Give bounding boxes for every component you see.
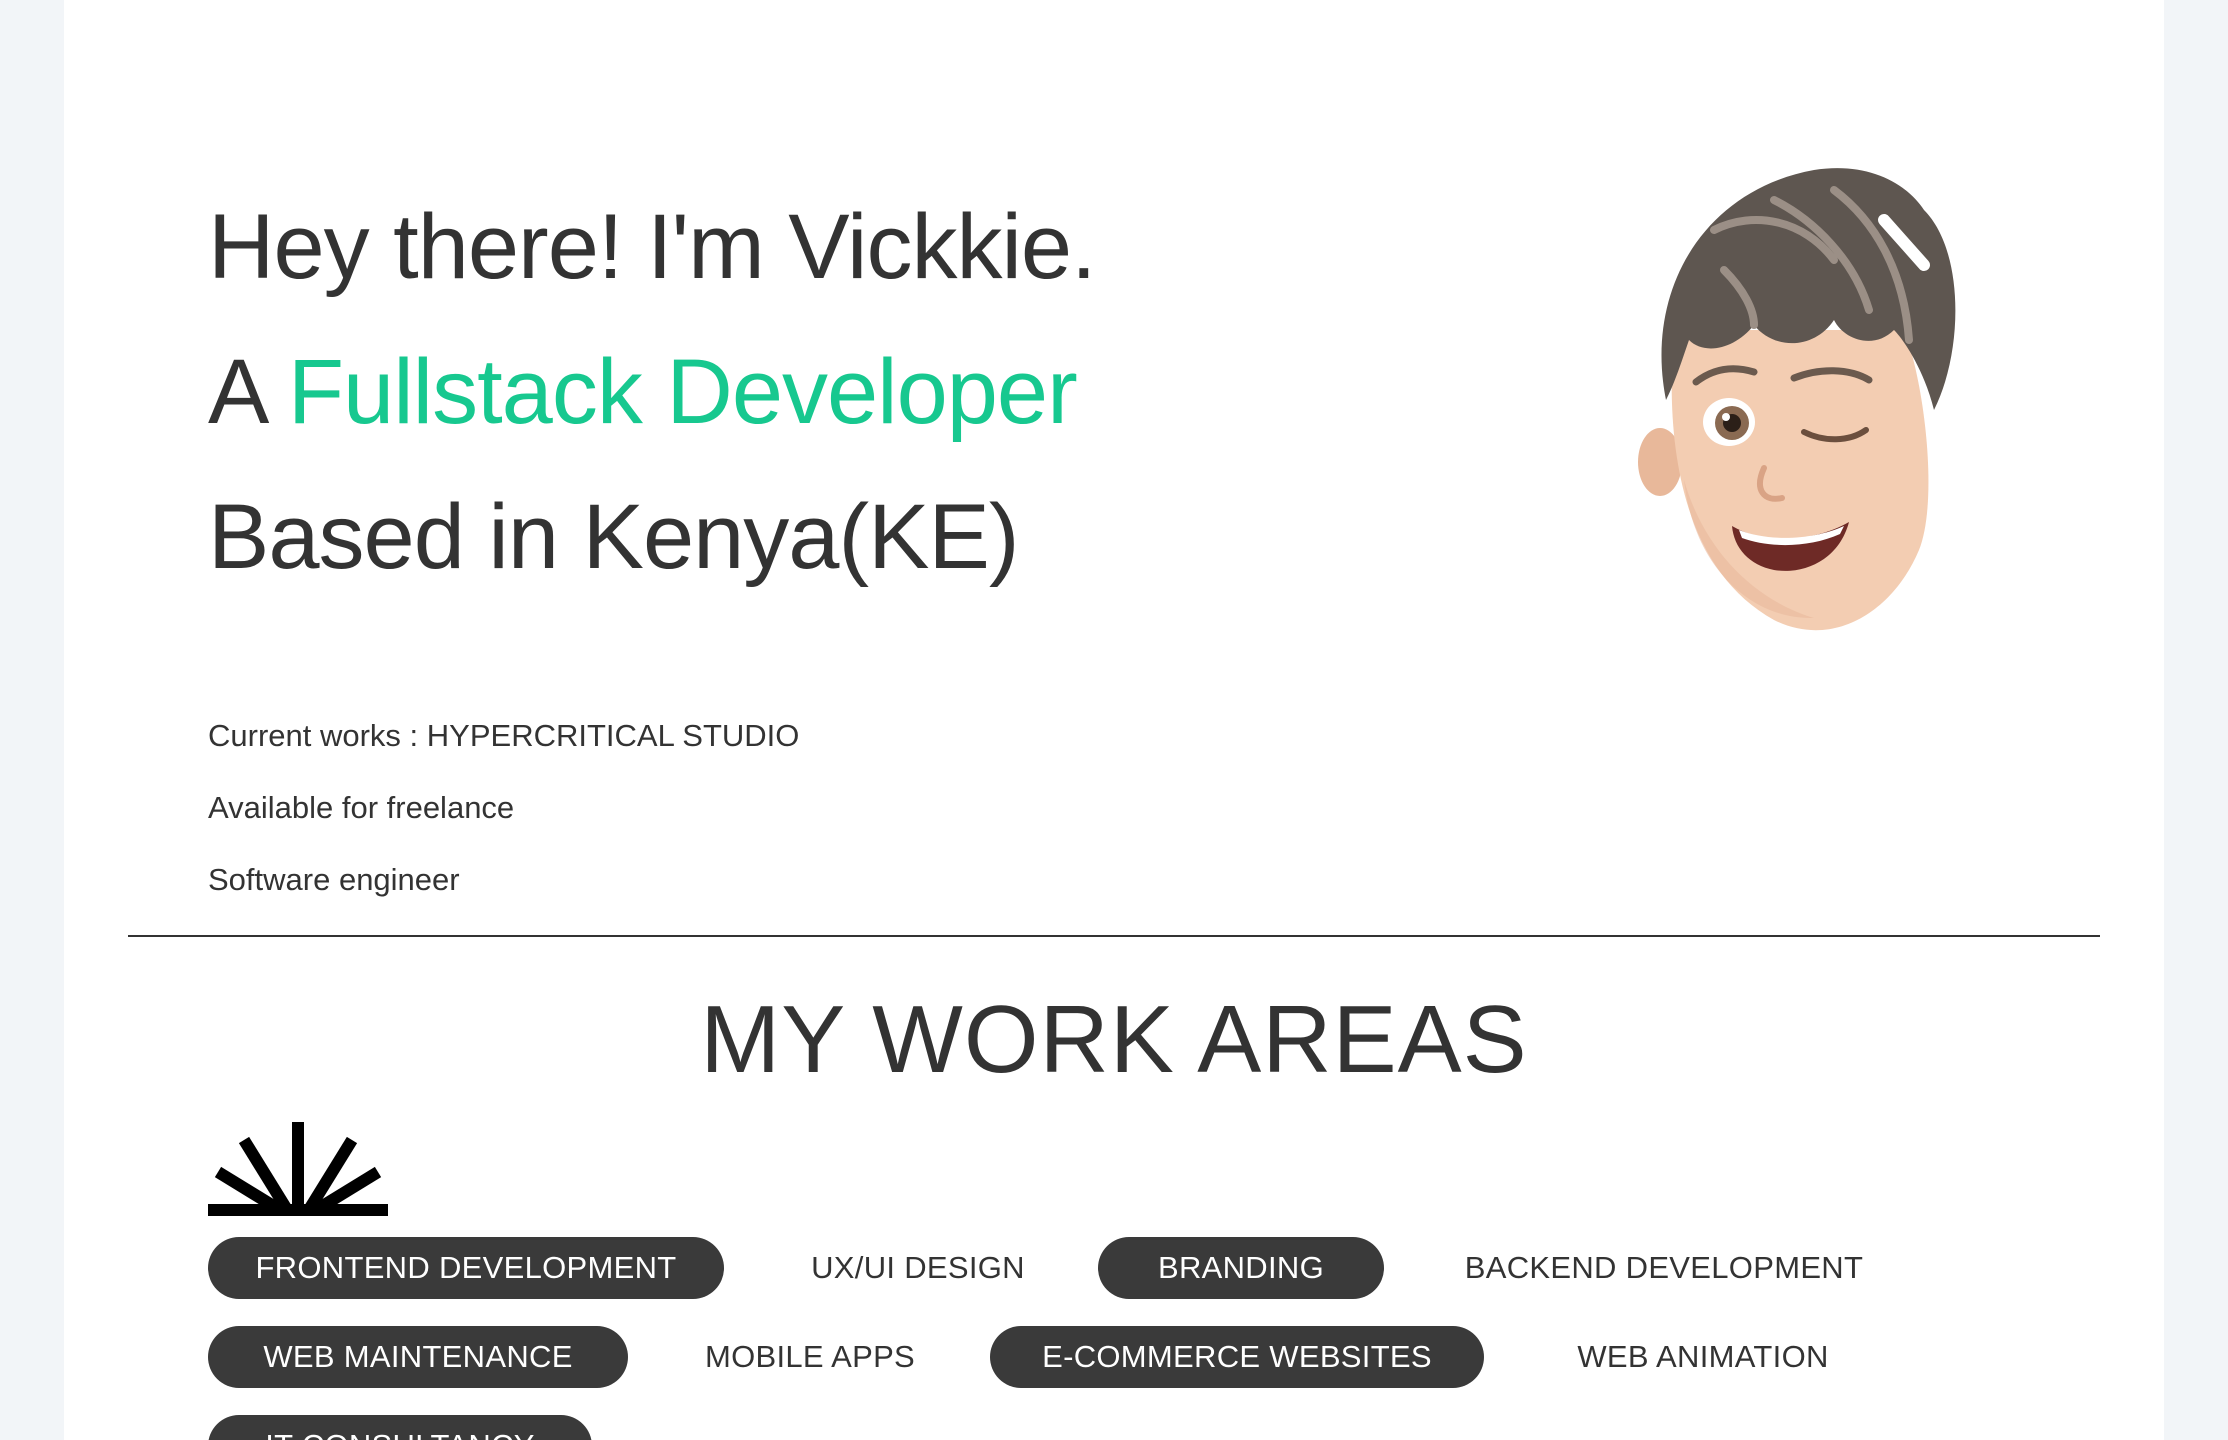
section-divider: [128, 935, 2100, 937]
info-list: Current works : HYPERCRITICAL STUDIO Ava…: [208, 700, 799, 916]
tag-row: WEB MAINTENANCE MOBILE APPS E-COMMERCE W…: [208, 1326, 2108, 1415]
avatar: [1604, 150, 2064, 670]
tag-frontend-development[interactable]: FRONTEND DEVELOPMENT: [208, 1237, 724, 1299]
tag-web-animation[interactable]: WEB ANIMATION: [1528, 1326, 1878, 1388]
tag-backend-development[interactable]: BACKEND DEVELOPMENT: [1424, 1237, 1904, 1299]
hero-role-accent: Fullstack Developer: [287, 341, 1078, 443]
hero-intro: Hey there! I'm Vickkie. A Fullstack Deve…: [208, 175, 1508, 610]
tag-branding[interactable]: BRANDING: [1098, 1237, 1384, 1299]
hero-role: A Fullstack Developer: [208, 320, 1508, 465]
work-areas-tags: FRONTEND DEVELOPMENT UX/UI DESIGN BRANDI…: [208, 1237, 2108, 1440]
winking-avatar-icon: [1638, 168, 1956, 631]
current-works: Current works : HYPERCRITICAL STUDIO: [208, 718, 800, 753]
tag-it-consultancy[interactable]: IT CONSULTANCY: [208, 1415, 592, 1440]
page: Hey there! I'm Vickkie. A Fullstack Deve…: [64, 0, 2164, 1440]
work-areas-title: MY WORK AREAS: [700, 986, 1528, 1093]
tag-mobile-apps[interactable]: MOBILE APPS: [672, 1326, 948, 1388]
sunburst-icon: [208, 1122, 388, 1216]
tag-web-maintenance[interactable]: WEB MAINTENANCE: [208, 1326, 628, 1388]
hero-role-prefix: A: [208, 341, 288, 443]
tag-e-commerce-websites[interactable]: E-COMMERCE WEBSITES: [990, 1326, 1484, 1388]
availability-text: Available for freelance: [208, 790, 515, 825]
hero-location: Based in Kenya(KE): [208, 486, 1019, 588]
hero-greeting: Hey there! I'm Vickkie.: [208, 196, 1097, 298]
role-text: Software engineer: [208, 862, 460, 897]
tag-row: FRONTEND DEVELOPMENT UX/UI DESIGN BRANDI…: [208, 1237, 2108, 1326]
tag-ux-ui-design[interactable]: UX/UI DESIGN: [768, 1237, 1068, 1299]
burst: [208, 1120, 388, 1220]
tag-row: IT CONSULTANCY: [208, 1415, 2108, 1440]
